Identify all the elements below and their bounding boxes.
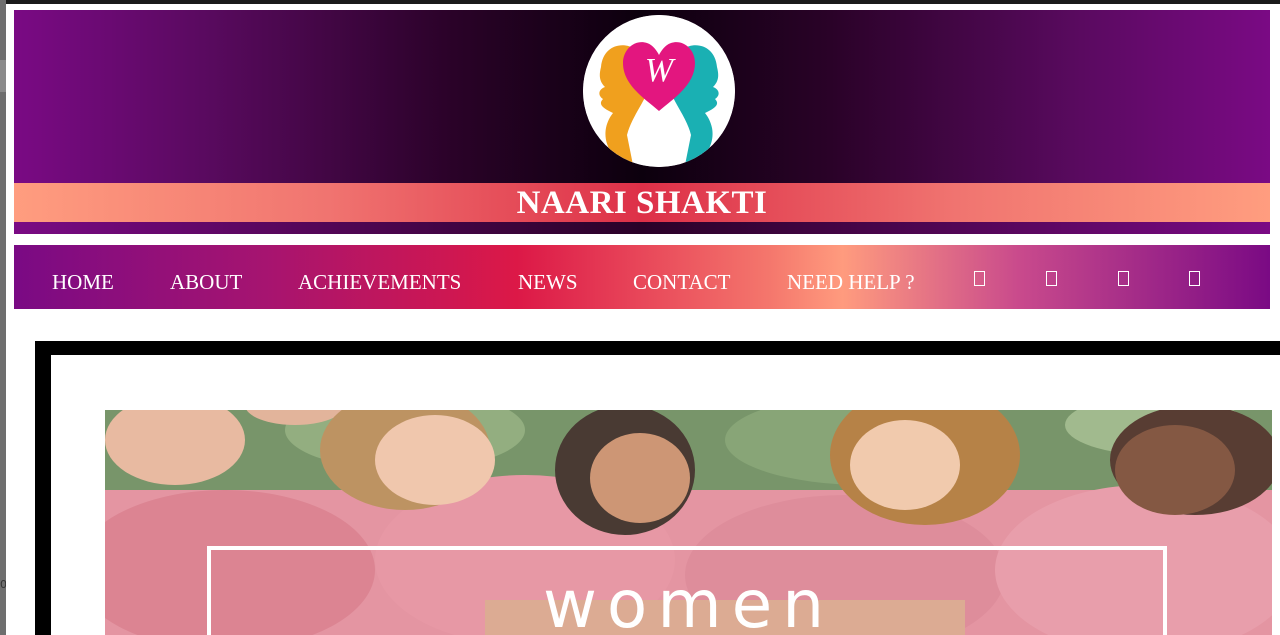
main-nav: HOME ABOUT ACHIEVEMENTS NEWS CONTACT NEE… [14,245,1270,309]
site-logo[interactable]: W [583,15,735,167]
nav-contact[interactable]: CONTACT [633,245,730,309]
site-header: W NAARI SHAKTI [14,10,1270,234]
nav-social-icon-4[interactable] [1189,271,1200,286]
nav-home[interactable]: HOME [52,245,114,309]
nav-about[interactable]: ABOUT [170,245,242,309]
logo-letter: W [645,52,676,89]
nav-achievements[interactable]: ACHIEVEMENTS [298,245,461,309]
hero-word: women [542,566,835,635]
page: W NAARI SHAKTI HOME ABOUT ACHIEVEMENTS N… [6,0,1280,635]
site-title-bar: NAARI SHAKTI [14,183,1270,222]
nav-news[interactable]: NEWS [518,245,578,309]
nav-social-icon-1[interactable] [974,271,985,286]
hero-inner: women [51,355,1280,635]
nav-social-icon-3[interactable] [1118,271,1129,286]
hero-frame: women [35,341,1280,635]
hero-photo: women [105,410,1272,635]
site-title: NAARI SHAKTI [516,185,768,221]
nav-social-icon-2[interactable] [1046,271,1057,286]
nav-need-help[interactable]: NEED HELP ? [787,245,915,309]
top-border [6,0,1280,4]
header-banner: W [14,10,1270,183]
header-bottom-strip [14,222,1270,234]
logo-faces-icon: W [583,15,735,167]
